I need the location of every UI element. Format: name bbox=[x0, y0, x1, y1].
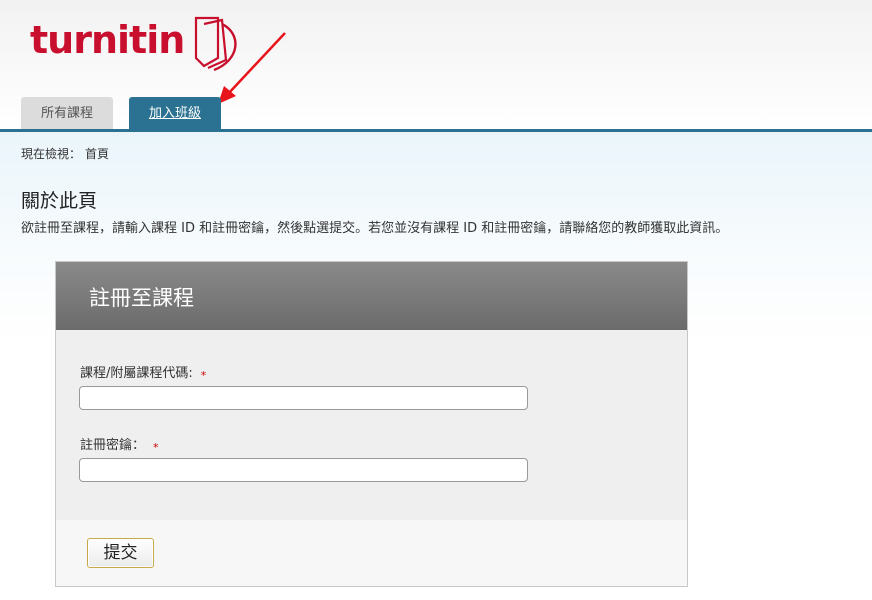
course-id-input[interactable] bbox=[79, 386, 528, 410]
required-mark: * bbox=[153, 441, 159, 454]
enrollment-key-label: 註冊密鑰： * bbox=[80, 434, 159, 454]
logo-wordmark: turnitin bbox=[30, 18, 185, 62]
enrollment-key-label-text: 註冊密鑰： bbox=[80, 438, 146, 453]
page-description: 欲註冊至課程，請輸入課程 ID 和註冊密鑰，然後點選提交。若您並沒有課程 ID … bbox=[21, 221, 729, 236]
breadcrumb-home-link[interactable]: 首頁 bbox=[85, 147, 109, 161]
tab-join-class[interactable]: 加入班級 bbox=[129, 97, 221, 131]
panel-header: 註冊至課程 bbox=[56, 262, 687, 330]
enroll-form-panel: 註冊至課程 課程/附屬課程代碼: * 註冊密鑰： * 提交 bbox=[55, 261, 688, 587]
course-id-label-text: 課程/附屬課程代碼: bbox=[80, 366, 193, 381]
breadcrumb-prefix: 現在檢視： bbox=[21, 147, 82, 161]
annotation-arrow-icon bbox=[218, 32, 286, 104]
page-title: 關於此頁 bbox=[21, 190, 98, 212]
panel-footer: 提交 bbox=[56, 520, 687, 586]
breadcrumb: 現在檢視： 首頁 bbox=[21, 145, 109, 162]
page-header: turnitin 所有課程 加入班級 bbox=[0, 0, 872, 132]
course-id-label: 課程/附屬課程代碼: * bbox=[80, 362, 206, 382]
required-mark: * bbox=[200, 369, 207, 382]
submit-button[interactable]: 提交 bbox=[87, 538, 154, 568]
enrollment-key-input[interactable] bbox=[79, 458, 528, 482]
panel-title: 註冊至課程 bbox=[89, 286, 194, 310]
tab-all-courses[interactable]: 所有課程 bbox=[21, 97, 113, 131]
